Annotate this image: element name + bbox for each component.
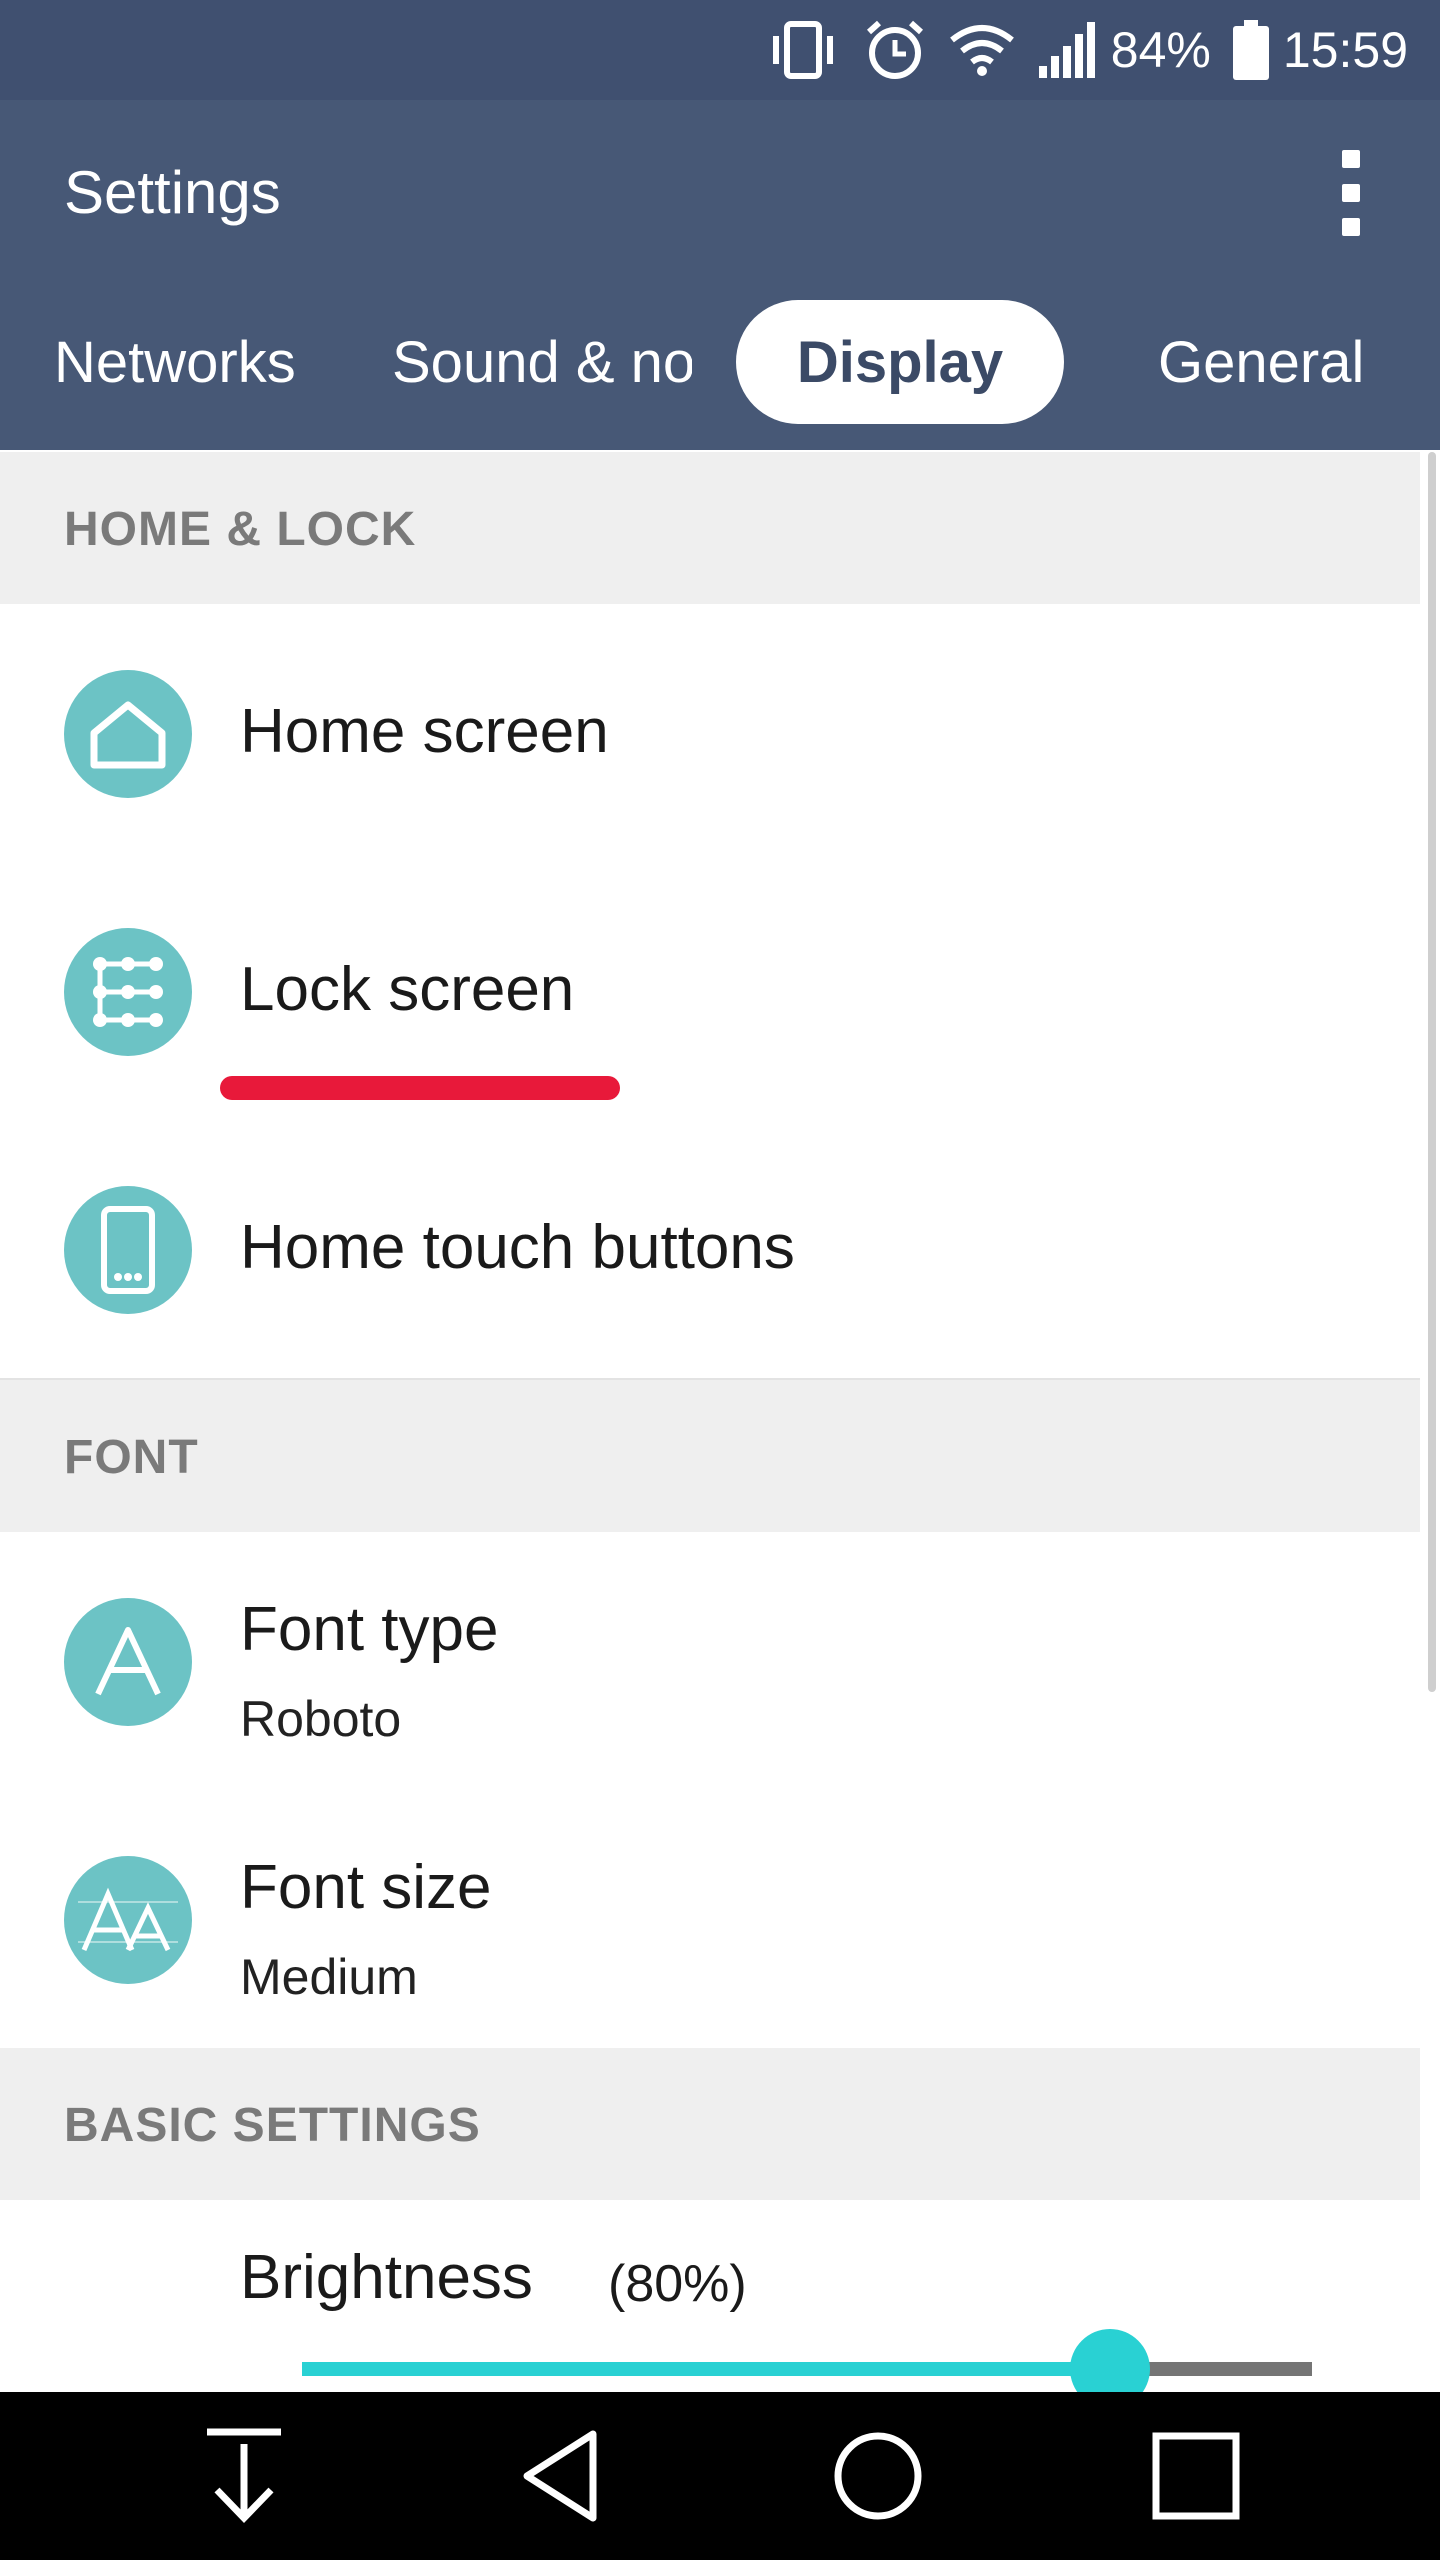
scrollbar[interactable] [1428,452,1436,1692]
setting-title: Lock screen [240,955,575,1024]
vibrate-icon [765,20,841,80]
tab-networks[interactable]: Networks [54,300,296,424]
section-header-font: FONT [0,1380,1420,1532]
alarm-icon [863,18,927,82]
overflow-menu-icon[interactable] [1326,150,1376,236]
section-header-home-lock: HOME & LOCK [0,452,1420,604]
status-bar: 84% 15:59 [0,0,1440,100]
section-header-basic-settings: BASIC SETTINGS [0,2048,1420,2200]
navigation-bar [0,2392,1440,2560]
brightness-label: Brightness [240,2243,533,2312]
brightness-slider[interactable] [302,2329,1312,2409]
tab-sound-notification[interactable]: Sound & notification [392,300,692,424]
clock: 15:59 [1282,22,1408,78]
setting-value: Medium [240,1949,418,2005]
page-title: Settings [64,159,281,226]
tab-display[interactable]: Display [736,300,1064,424]
back-icon[interactable] [510,2426,610,2526]
setting-brightness: Brightness (80%) [0,2202,1420,2409]
download-icon[interactable] [194,2426,294,2526]
highlight-underline [220,1076,620,1100]
app-bar: Settings Networks Sound & notification D… [0,100,1440,450]
setting-title: Font size [240,1853,492,1922]
setting-title: Font type [240,1595,499,1664]
font-type-icon [64,1598,192,1726]
brightness-value: (80%) [608,2255,747,2313]
setting-home-touch-buttons[interactable]: Home touch buttons [0,1120,1420,1380]
section-header-label: HOME & LOCK [64,503,417,556]
section-header-label: BASIC SETTINGS [64,2099,481,2152]
home-icon [64,670,192,798]
setting-title: Home screen [240,697,609,766]
phone-buttons-icon [64,1186,192,1314]
setting-value: Roboto [240,1691,402,1747]
font-size-icon [64,1856,192,1984]
battery-percent: 84% [1110,22,1211,78]
section-header-label: FONT [64,1431,199,1484]
setting-home-screen[interactable]: Home screen [0,604,1420,864]
setting-font-size[interactable]: Font size Medium [0,1790,1420,2050]
tab-sound-label: Sound & notification [392,329,692,395]
wifi-icon [949,22,1015,78]
setting-font-type[interactable]: Font type Roboto [0,1532,1420,1792]
tab-general[interactable]: General [1158,300,1364,424]
setting-lock-screen[interactable]: Lock screen [0,862,1420,1122]
slider-fill [302,2362,1110,2376]
pattern-lock-icon [64,928,192,1056]
recents-icon[interactable] [1146,2426,1246,2526]
home-icon[interactable] [828,2426,928,2526]
battery-icon [1232,20,1269,80]
signal-icon [1037,22,1097,78]
setting-title: Home touch buttons [240,1213,795,1282]
